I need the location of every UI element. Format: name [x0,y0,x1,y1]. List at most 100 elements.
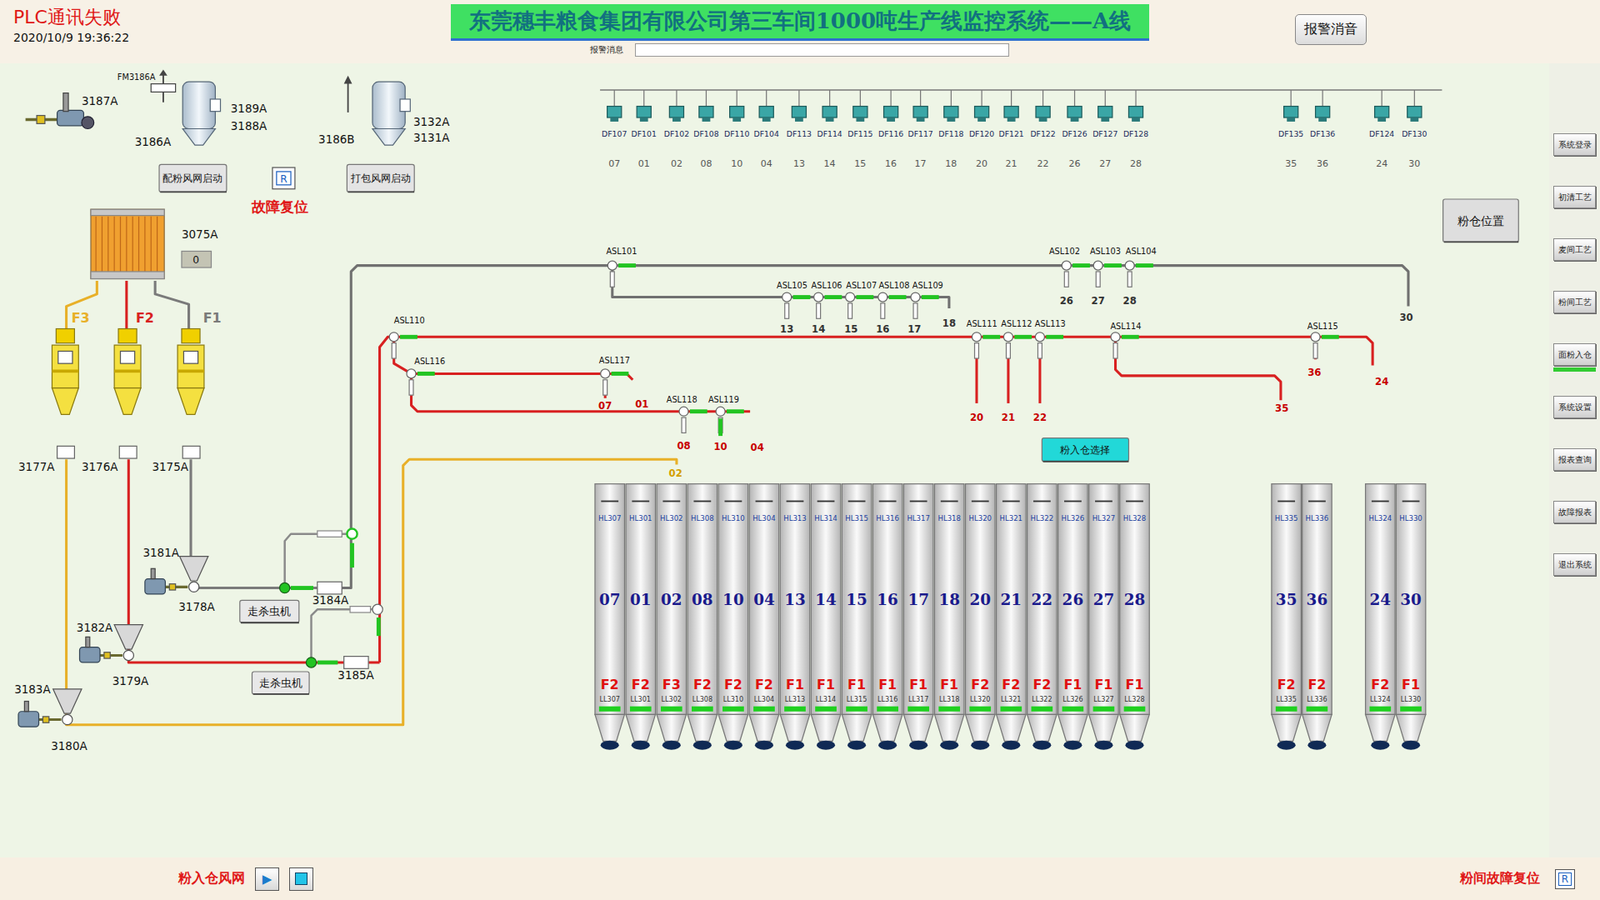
reset-icon[interactable]: R [280,173,288,185]
silo[interactable]: HL32626F1LL326 [1058,484,1089,750]
dust-filter-icon[interactable] [822,106,837,118]
button-face[interactable] [272,167,295,190]
valve-tag[interactable]: ASL109 [912,280,944,290]
valve-tag[interactable]: ASL110 [394,315,425,325]
diverter-valve[interactable]: ASL106 [811,280,843,320]
silo-body[interactable] [749,484,780,715]
start-button[interactable]: ▶ [255,867,280,891]
sidebar-button[interactable]: 退出系统 [1553,553,1596,576]
button-label[interactable]: 走杀虫机 [247,605,291,618]
valve-icon[interactable] [1125,260,1135,270]
sidebar-button[interactable]: 粉间工艺 [1553,290,1596,314]
silo[interactable]: HL32424F2LL324 [1365,484,1396,750]
dust-filter-icon[interactable] [1004,106,1019,118]
sidebar-item[interactable]: 初清工艺 [1553,185,1596,215]
valve-tag[interactable]: ASL111 [966,319,998,329]
dust-filter-icon[interactable] [669,106,684,118]
dust-filter-icon[interactable] [699,106,714,118]
valve-icon[interactable] [1061,260,1071,270]
diverter-valve[interactable] [305,657,316,668]
feeder-box[interactable] [119,445,137,459]
silo[interactable]: HL33636F2LL336 [1302,484,1333,750]
silo[interactable]: HL31818F1LL318 [934,484,965,750]
silo-body[interactable] [841,484,872,715]
silo[interactable]: HL31414F1LL314 [810,484,841,750]
sidebar-button[interactable]: 报表查询 [1553,448,1596,471]
dust-filter-icon[interactable] [1375,106,1390,118]
dust-filter-icon[interactable] [1407,106,1422,118]
feeder-box[interactable] [57,445,75,459]
silo-body[interactable] [810,484,841,715]
valve-icon[interactable] [910,292,920,302]
button-face[interactable] [1443,199,1520,242]
silo[interactable]: HL33535F2LL335 [1271,484,1302,750]
silo-body[interactable] [1058,484,1089,715]
dust-filter-icon[interactable] [791,106,806,118]
valve-icon[interactable] [1035,332,1045,342]
feeder-box[interactable] [182,445,200,459]
diverter-valve[interactable] [372,604,383,615]
diagram-button[interactable]: 走杀虫机 [251,671,310,695]
valve-tag[interactable]: ASL118 [666,395,698,405]
valve-icon[interactable] [1310,332,1320,342]
button-face[interactable] [346,164,415,192]
valve-tag[interactable]: ASL113 [1035,319,1066,329]
valve-tag[interactable]: ASL105 [776,280,808,290]
silo-body[interactable] [1302,484,1333,715]
dust-filter-icon[interactable] [759,106,774,118]
dust-filter-icon[interactable] [607,106,622,118]
dust-filter-icon[interactable] [1128,106,1143,118]
fault-reset-button[interactable]: R [1555,869,1575,890]
button-face[interactable] [1041,438,1129,462]
valve-icon[interactable] [607,260,617,270]
silo[interactable]: HL30808F2LL308 [687,484,718,750]
silo-body[interactable] [872,484,903,715]
silo[interactable]: HL30404F2LL304 [749,484,780,750]
valve-tag[interactable]: ASL119 [708,395,740,405]
sidebar-button[interactable]: 系统设置 [1553,395,1596,419]
valve-icon[interactable] [814,292,824,302]
diagram-button[interactable]: 粉仓位置 [1443,199,1520,242]
silo[interactable]: HL31616F1LL316 [872,484,903,750]
dust-filter-icon[interactable] [944,106,959,118]
silo[interactable]: HL32727F1LL327 [1089,484,1120,750]
silo-body[interactable] [780,484,810,715]
silo[interactable]: HL33030F1LL330 [1395,484,1426,750]
diverter-valve[interactable]: ASL102 [1049,246,1090,287]
valve-icon[interactable] [845,292,855,302]
valve-tag[interactable]: ASL117 [599,355,630,365]
silo[interactable]: HL32121F2LL321 [996,484,1027,750]
sidebar-item[interactable]: 系统登录 [1553,133,1596,162]
diverter-valve[interactable]: ASL119 [708,395,745,434]
silo[interactable]: HL30707F2LL307 [595,484,625,750]
valve-icon[interactable] [1110,332,1120,342]
sidebar-item[interactable]: 系统设置 [1553,395,1596,425]
silo-body[interactable] [625,484,656,715]
button-label[interactable]: 粉入仓选择 [1060,444,1110,456]
silo[interactable]: HL31010F2LL310 [718,484,749,750]
valve-tag[interactable]: ASL103 [1090,246,1121,256]
valve-icon[interactable] [1093,260,1103,270]
silo-body[interactable] [1120,484,1150,715]
sidebar-item[interactable]: 面粉入仓 [1553,343,1596,372]
silo[interactable]: HL32828F1LL328 [1120,484,1150,750]
dust-filter-icon[interactable] [1035,106,1050,118]
sidebar-button[interactable]: 初清工艺 [1553,185,1596,209]
valve-icon[interactable] [971,332,981,342]
sidebar-button[interactable]: 系统登录 [1553,133,1596,156]
stop-button[interactable] [289,867,314,891]
silo-body[interactable] [1089,484,1120,715]
diagram-button[interactable]: 打包风网启动 [346,164,415,192]
diverter-valve[interactable]: ASL108 [878,280,910,320]
diverter-valve[interactable]: ASL104 [1125,246,1157,287]
valve-icon[interactable] [715,406,725,416]
button-face[interactable] [251,671,310,695]
diverter-valve[interactable]: ASL110 [389,315,425,359]
valve-tag[interactable]: ASL108 [878,280,910,290]
diverter-valve[interactable]: ASL109 [910,280,944,320]
diverter-valve[interactable]: ASL114 [1110,321,1141,360]
silo-body[interactable] [1271,484,1302,715]
sidebar-item[interactable]: 粉间工艺 [1553,290,1596,320]
sidebar-button[interactable]: 麦间工艺 [1553,238,1596,261]
valve-icon[interactable] [878,292,888,302]
